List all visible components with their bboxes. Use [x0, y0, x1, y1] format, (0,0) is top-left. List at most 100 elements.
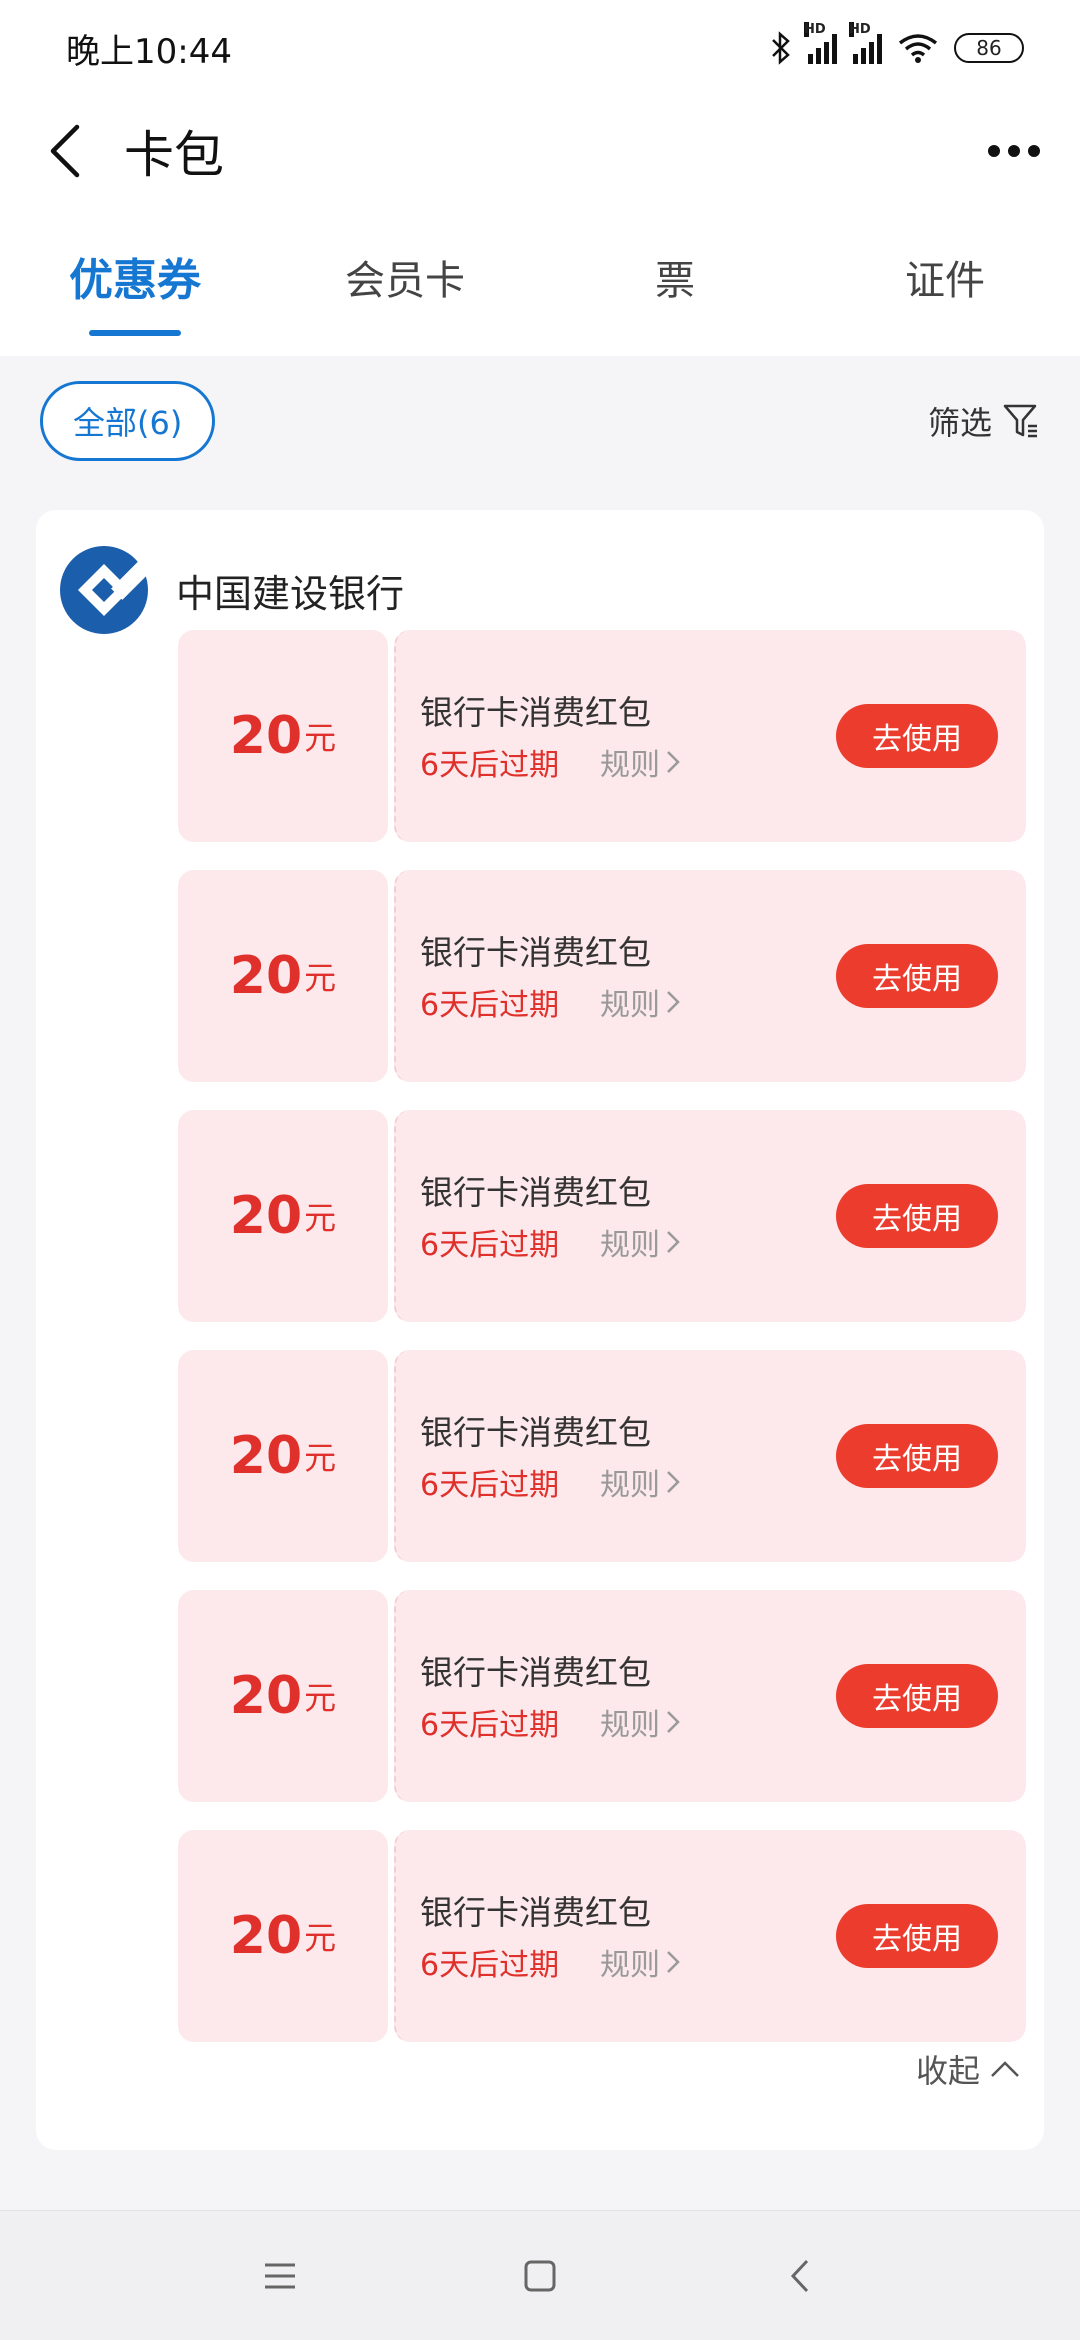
coupon-card[interactable]: 20 元 银行卡消费红包 6天后过期 规则 去使用	[178, 1830, 1026, 2042]
coupon-amount-panel: 20 元	[178, 1830, 388, 2042]
coupon-amount: 20	[229, 706, 303, 766]
coupon-expiry: 6天后过期	[420, 1468, 560, 1503]
rules-label: 规则	[600, 988, 660, 1023]
rules-label: 规则	[600, 1228, 660, 1263]
coupon-info-panel: 银行卡消费红包 6天后过期 规则 去使用	[394, 1110, 1026, 1322]
coupon-title: 银行卡消费红包	[420, 933, 651, 972]
page-title: 卡包	[124, 126, 224, 184]
coupon-title: 银行卡消费红包	[420, 1653, 651, 1692]
rules-label: 规则	[600, 748, 660, 783]
cell-signal-icon: HD	[804, 22, 837, 64]
chevron-right-icon	[667, 751, 680, 773]
use-coupon-button[interactable]: 去使用	[836, 1424, 998, 1488]
battery-indicator: 86	[954, 33, 1024, 63]
coupon-unit: 元	[304, 1439, 337, 1477]
coupon-expiry: 6天后过期	[420, 1228, 560, 1263]
coupon-amount-panel: 20 元	[178, 1110, 388, 1322]
coupon-title: 银行卡消费红包	[420, 1893, 651, 1932]
coupon-unit: 元	[304, 1199, 337, 1237]
more-icon[interactable]	[978, 135, 1050, 167]
filter-button[interactable]: 筛选	[928, 398, 1040, 444]
coupon-unit: 元	[304, 959, 337, 997]
coupon-unit: 元	[304, 1679, 337, 1717]
app-header: 卡包	[0, 96, 1080, 206]
tab-tickets[interactable]: 票	[540, 206, 810, 356]
coupon-info-panel: 银行卡消费红包 6天后过期 规则 去使用	[394, 630, 1026, 842]
system-nav-bar	[0, 2210, 1080, 2340]
bluetooth-icon	[772, 31, 790, 65]
chevron-right-icon	[667, 1231, 680, 1253]
use-coupon-button[interactable]: 去使用	[836, 1184, 998, 1248]
tab-bar: 优惠券 会员卡 票 证件	[0, 206, 1080, 356]
coupon-amount-panel: 20 元	[178, 630, 388, 842]
tab-membership-cards[interactable]: 会员卡	[270, 206, 540, 356]
coupon-rules-link[interactable]: 规则	[600, 980, 680, 1024]
coupon-title: 银行卡消费红包	[420, 693, 651, 732]
chevron-right-icon	[667, 1471, 680, 1493]
use-coupon-button[interactable]: 去使用	[836, 1664, 998, 1728]
status-bar: 晚上10:44 HD HD 86	[0, 0, 1080, 96]
cell-signal-icon: HD	[849, 22, 882, 64]
status-time: 晚上10:44	[66, 31, 232, 72]
chevron-right-icon	[667, 991, 680, 1013]
coupon-rules-link[interactable]: 规则	[600, 1700, 680, 1744]
use-coupon-button[interactable]: 去使用	[836, 944, 998, 1008]
coupon-rules-link[interactable]: 规则	[600, 1460, 680, 1504]
filter-label: 筛选	[927, 404, 992, 442]
coupon-title: 银行卡消费红包	[420, 1413, 651, 1452]
coupon-amount-panel: 20 元	[178, 1590, 388, 1802]
home-icon[interactable]	[510, 2246, 570, 2306]
filter-icon	[1003, 404, 1037, 438]
chevron-right-icon	[667, 1951, 680, 1973]
coupon-card[interactable]: 20 元 银行卡消费红包 6天后过期 规则 去使用	[178, 1350, 1026, 1562]
coupon-rules-link[interactable]: 规则	[600, 1940, 680, 1984]
back-nav-icon[interactable]	[770, 2246, 830, 2306]
collapse-button[interactable]: 收起	[916, 2046, 1020, 2092]
wallet-page: 晚上10:44 HD HD 86 卡包 优惠券 会员卡 票 证件 全部(6) 筛…	[0, 0, 1080, 2340]
coupon-card[interactable]: 20 元 银行卡消费红包 6天后过期 规则 去使用	[178, 1590, 1026, 1802]
bank-name: 中国建设银行	[176, 571, 405, 616]
coupon-amount: 20	[229, 1666, 303, 1726]
coupon-title: 银行卡消费红包	[420, 1173, 651, 1212]
bank-coupon-group: 中国建设银行 20 元 银行卡消费红包 6天后过期 规则 去使用 20 元 银行卡消…	[36, 510, 1044, 2150]
coupon-info-panel: 银行卡消费红包 6天后过期 规则 去使用	[394, 1350, 1026, 1562]
coupon-info-panel: 银行卡消费红包 6天后过期 规则 去使用	[394, 870, 1026, 1082]
rules-label: 规则	[600, 1708, 660, 1743]
hd-label: HD	[804, 22, 826, 37]
status-icons: HD HD 86	[770, 22, 1024, 65]
coupon-amount: 20	[229, 1186, 303, 1246]
menu-icon[interactable]	[250, 2246, 310, 2306]
back-icon[interactable]	[30, 116, 100, 186]
coupon-info-panel: 银行卡消费红包 6天后过期 规则 去使用	[394, 1590, 1026, 1802]
chevron-right-icon	[667, 1711, 680, 1733]
coupon-amount: 20	[229, 1906, 303, 1966]
ccb-logo-icon	[60, 546, 150, 634]
use-coupon-button[interactable]: 去使用	[836, 1904, 998, 1968]
use-coupon-button[interactable]: 去使用	[836, 704, 998, 768]
coupon-amount-panel: 20 元	[178, 1350, 388, 1562]
coupon-card[interactable]: 20 元 银行卡消费红包 6天后过期 规则 去使用	[178, 870, 1026, 1082]
coupon-amount: 20	[229, 1426, 303, 1486]
coupon-expiry: 6天后过期	[420, 748, 560, 783]
all-filter-pill[interactable]: 全部(6)	[40, 381, 216, 461]
coupon-rules-link[interactable]: 规则	[600, 740, 680, 784]
chevron-up-icon	[991, 2061, 1019, 2077]
wifi-icon	[898, 34, 938, 63]
coupon-amount: 20	[229, 946, 303, 1006]
rules-label: 规则	[600, 1948, 660, 1983]
coupon-card[interactable]: 20 元 银行卡消费红包 6天后过期 规则 去使用	[178, 1110, 1026, 1322]
coupon-rules-link[interactable]: 规则	[600, 1220, 680, 1264]
collapse-label: 收起	[915, 2052, 980, 2090]
coupon-unit: 元	[304, 719, 337, 757]
coupon-amount-panel: 20 元	[178, 870, 388, 1082]
coupon-unit: 元	[304, 1919, 337, 1957]
coupon-card[interactable]: 20 元 银行卡消费红包 6天后过期 规则 去使用	[178, 630, 1026, 842]
bank-header: 中国建设银行	[58, 544, 404, 636]
hd-label: HD	[849, 22, 871, 37]
coupon-expiry: 6天后过期	[420, 1948, 560, 1983]
tab-coupons[interactable]: 优惠券	[0, 206, 270, 356]
filter-row: 全部(6) 筛选	[0, 356, 1080, 486]
coupon-expiry: 6天后过期	[420, 1708, 560, 1743]
tab-ids[interactable]: 证件	[810, 206, 1080, 356]
rules-label: 规则	[600, 1468, 660, 1503]
